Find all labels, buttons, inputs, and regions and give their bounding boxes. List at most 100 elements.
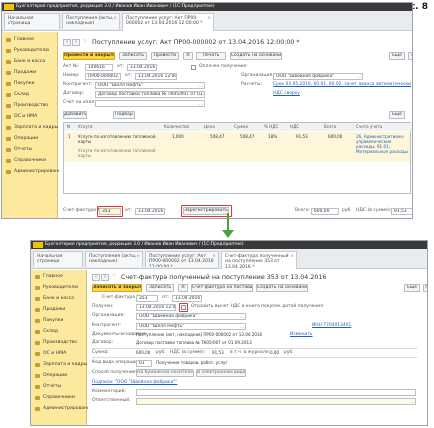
method-edi-button[interactable]: В электронном виде bbox=[196, 369, 246, 377]
save-button[interactable]: Записать bbox=[146, 284, 174, 292]
top-tab-home[interactable]: Начальная страница bbox=[4, 13, 60, 29]
forward-icon[interactable]: › bbox=[72, 39, 80, 46]
comment-input[interactable] bbox=[136, 389, 416, 396]
change-link[interactable]: Изменить bbox=[290, 332, 313, 338]
sidebar-item[interactable]: Покупки bbox=[31, 316, 86, 326]
contract-input[interactable]: Договор поставки топлива № ТК05/007 от 0… bbox=[95, 91, 205, 98]
contract-value: Договор поставки топлива № ТК05/007 от 0… bbox=[136, 340, 252, 345]
section-icon bbox=[35, 275, 40, 279]
help-icon[interactable]: ? bbox=[408, 52, 412, 60]
paid-checkbox[interactable] bbox=[191, 65, 196, 70]
op-code-input[interactable]: 01 bbox=[136, 360, 152, 367]
close-icon[interactable]: × bbox=[136, 254, 140, 259]
sidebar-item[interactable]: Отчеты bbox=[2, 145, 57, 155]
contractor-input[interactable]: ООО "Шелл Нефть" bbox=[95, 82, 205, 89]
sidebar-item[interactable]: Операции bbox=[31, 371, 86, 381]
sidebar-item[interactable]: Руководителю bbox=[2, 46, 57, 56]
bottom-tab-receipts[interactable]: Поступления (акты, накладные) × bbox=[85, 251, 143, 267]
received-date-input[interactable]: 13.04.2016 12:00:00 bbox=[136, 304, 176, 311]
back-icon[interactable]: ‹ bbox=[92, 274, 100, 281]
save-close-button[interactable]: Записать и закрыть bbox=[92, 284, 142, 292]
act-date-input[interactable]: 13.04.2016 bbox=[127, 64, 157, 71]
more-button[interactable]: Еще bbox=[389, 52, 405, 60]
sidebar-item[interactable]: Справочники bbox=[2, 156, 57, 166]
back-icon[interactable]: ‹ bbox=[63, 39, 71, 46]
invoice-date-input[interactable]: 13.04.2016 bbox=[135, 208, 165, 215]
add-row-button[interactable]: Добавить bbox=[63, 111, 87, 119]
print-invoice-button[interactable]: Счет-фактура на поставщика bbox=[191, 284, 253, 292]
sidebar-item[interactable]: Зарплата и кадры bbox=[31, 360, 87, 370]
contractor-input[interactable]: ООО "Шелл Нефть" bbox=[136, 323, 246, 330]
top-tab-document[interactable]: Поступление услуг: Акт ПР00-000002 от 13… bbox=[122, 13, 214, 31]
sidebar-item[interactable]: Администрирование bbox=[31, 404, 93, 414]
invoice-account-input[interactable] bbox=[95, 100, 205, 107]
sidebar-item[interactable]: Администрирование bbox=[2, 167, 64, 177]
invoice-number-input[interactable]: 353 bbox=[136, 295, 158, 302]
section-icon bbox=[35, 374, 40, 378]
journal-label: в т.ч. в журнале: bbox=[230, 350, 271, 355]
act-number-input[interactable]: 140616 bbox=[85, 64, 113, 71]
section-icon bbox=[35, 319, 40, 323]
bottom-tab-invoice[interactable]: Счет-фактура полученный на поступление 3… bbox=[221, 251, 297, 269]
close-icon[interactable]: × bbox=[207, 16, 211, 21]
create-based-button[interactable]: Создать на основании bbox=[256, 284, 308, 292]
close-icon[interactable]: × bbox=[290, 254, 294, 259]
close-icon[interactable]: × bbox=[212, 254, 216, 259]
organization-input[interactable]: ООО "Швейная фабрика" bbox=[136, 313, 246, 320]
responsible-input[interactable] bbox=[136, 398, 416, 405]
sidebar-item[interactable]: ОС и НМА bbox=[31, 349, 86, 359]
sidebar-item[interactable]: Банк и касса bbox=[31, 294, 86, 304]
post-close-button[interactable]: Провести и закрыть bbox=[63, 52, 115, 60]
sidebar-item[interactable]: Продажи bbox=[31, 305, 86, 315]
sidebar-item[interactable]: Склад bbox=[31, 327, 86, 337]
section-icon bbox=[6, 148, 11, 152]
sidebar-item[interactable]: Производство bbox=[2, 101, 57, 111]
section-icon bbox=[35, 407, 40, 411]
star-icon[interactable]: ☆ bbox=[110, 274, 118, 281]
sidebar-item[interactable]: Главное bbox=[2, 35, 57, 45]
sidebar-item[interactable]: Главное bbox=[31, 272, 86, 282]
journal-icon[interactable]: ≡ bbox=[178, 284, 188, 292]
post-button[interactable]: Провести bbox=[151, 52, 179, 60]
close-icon[interactable]: × bbox=[113, 16, 117, 21]
settlements-link[interactable]: Срок 03.05.2016, 60.01, 60.02, зачет ава… bbox=[273, 82, 411, 88]
star-icon[interactable]: ☆ bbox=[81, 39, 89, 46]
organization-input[interactable]: ООО "Швейная фабрика" bbox=[273, 73, 363, 80]
sidebar-item[interactable]: Банк и касса bbox=[2, 57, 57, 67]
number-date-input[interactable]: 13.04.2016 12:00:00 bbox=[135, 73, 177, 80]
number-input[interactable]: ПР00-000002 bbox=[85, 73, 121, 80]
bottom-tab-home[interactable]: Начальная страница bbox=[33, 251, 83, 267]
sidebar-item[interactable]: Справочники bbox=[31, 393, 86, 403]
top-tab-receipts[interactable]: Поступления (акты, накладные) × bbox=[62, 13, 120, 29]
cell-accounts[interactable]: 26, Административно-управленческие расхо… bbox=[356, 134, 408, 154]
more-button[interactable]: Еще bbox=[404, 284, 420, 292]
sidebar-item[interactable]: Продажи bbox=[2, 68, 57, 78]
save-button[interactable]: Записать bbox=[119, 52, 147, 60]
sidebar-item[interactable]: Склад bbox=[2, 90, 57, 100]
signatures-link[interactable]: Подписи: "ООО "Швейная фабрика"" bbox=[92, 380, 177, 386]
sidebar-item[interactable]: Руководителю bbox=[31, 283, 86, 293]
pick-button[interactable]: Подбор bbox=[113, 111, 135, 119]
sidebar-item[interactable]: Отчеты bbox=[31, 382, 86, 392]
help-icon[interactable]: ? bbox=[423, 284, 427, 292]
table-row[interactable]: 1 Услуги по изготовлению топливной карты… bbox=[64, 132, 410, 162]
sidebar-item[interactable]: Операции bbox=[2, 134, 57, 144]
sidebar-item[interactable]: ОС и НМА bbox=[2, 112, 57, 122]
grid-more-button[interactable]: Еще bbox=[389, 111, 405, 119]
journal-icon[interactable]: ≡ bbox=[183, 52, 193, 60]
sidebar-item[interactable]: Зарплата и кадры bbox=[2, 123, 58, 133]
top-titlebar-text: Бухгалтерия предприятия, редакция 3.0 / … bbox=[16, 4, 215, 9]
print-button[interactable]: Печать bbox=[196, 52, 226, 60]
bottom-tab-act[interactable]: Поступление услуг: Акт ПР00-000002 от 13… bbox=[145, 251, 219, 267]
act-label: Акт №: bbox=[63, 64, 80, 69]
vat-link[interactable]: НДС сверху bbox=[273, 91, 300, 97]
method-paper-button[interactable]: На бумажном носителе bbox=[136, 369, 194, 377]
cell-vat-rate: 18% bbox=[268, 134, 278, 139]
invoice-date-input[interactable]: 13.04.2016 bbox=[172, 295, 202, 302]
create-based-button[interactable]: Создать на основании bbox=[230, 52, 282, 60]
sidebar-item[interactable]: Покупки bbox=[2, 79, 57, 89]
sidebar-item[interactable]: Производство bbox=[31, 338, 86, 348]
inn-link[interactable]: ИНН 7704013401 bbox=[312, 323, 351, 329]
forward-icon[interactable]: › bbox=[101, 274, 109, 281]
top-sidebar: Главное Руководителю Банк и касса Продаж… bbox=[2, 32, 64, 218]
